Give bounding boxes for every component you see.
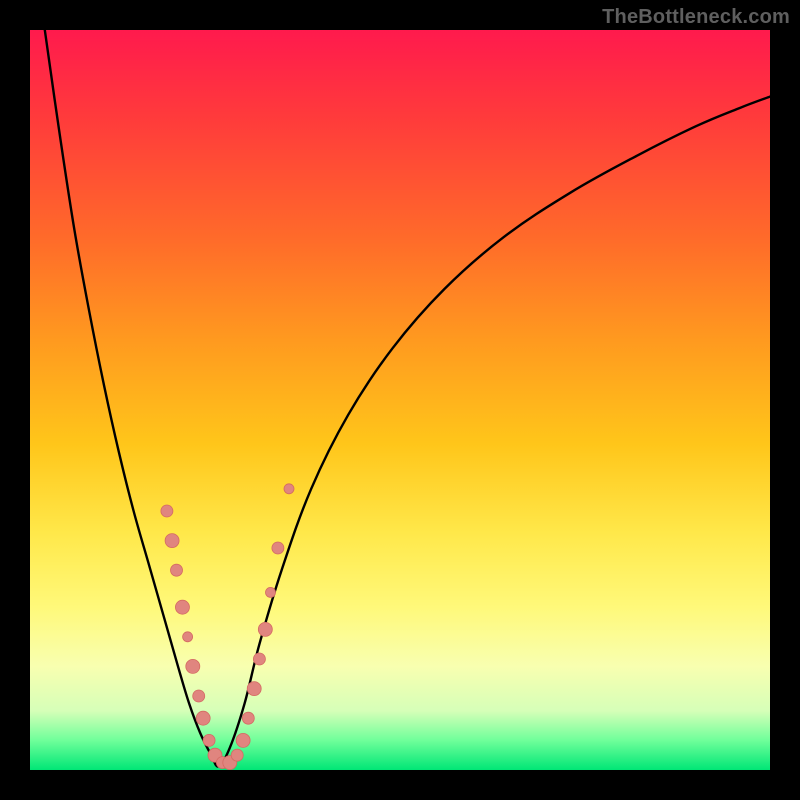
watermark-text: TheBottleneck.com xyxy=(602,6,790,29)
chart-gradient-plot xyxy=(30,30,770,770)
chart-stage: TheBottleneck.com xyxy=(0,0,800,800)
